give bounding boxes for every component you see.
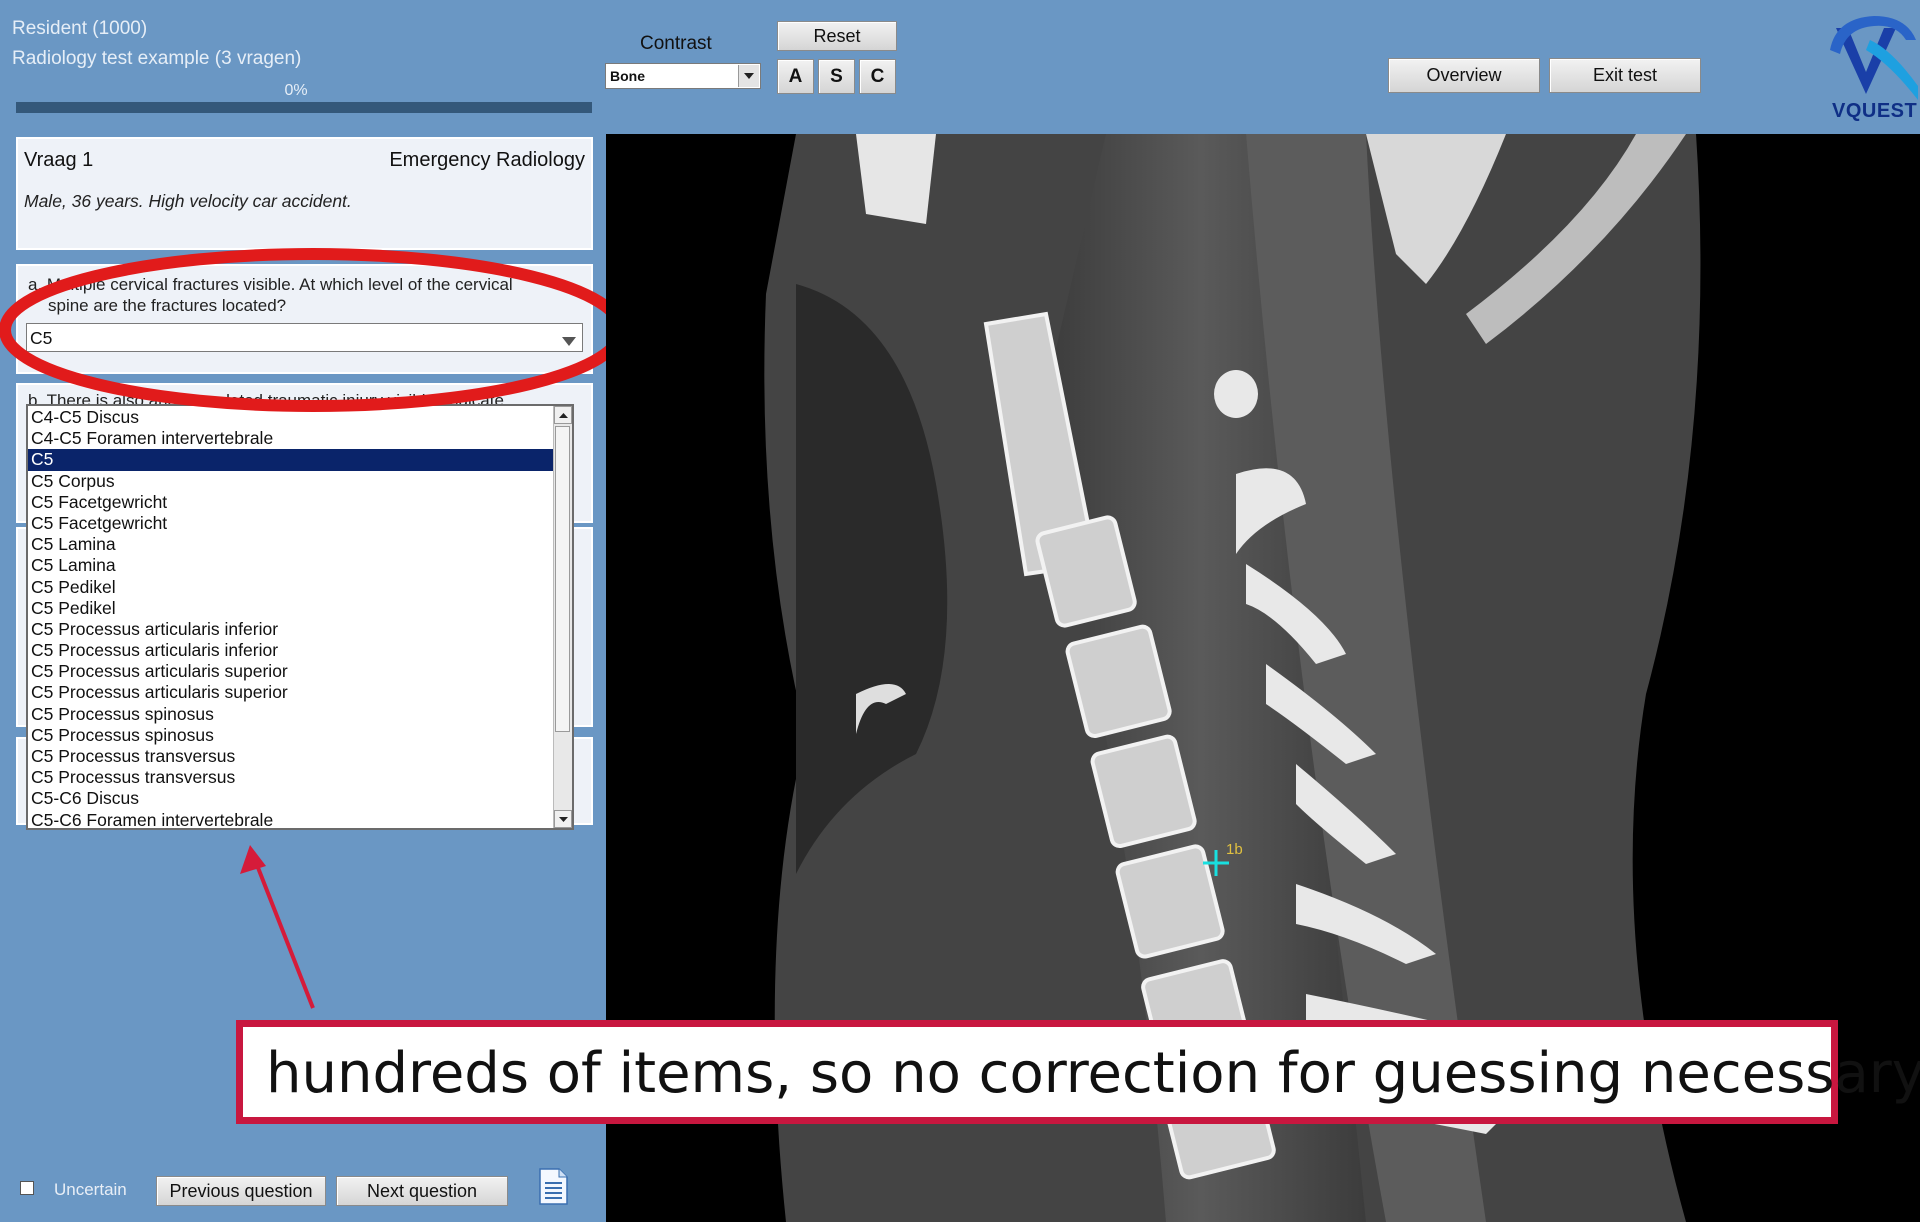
vquest-logo-mark — [1830, 16, 1918, 100]
dropdown-options: C4-C5 Discus C4-C5 Foramen intervertebral… — [28, 407, 556, 828]
overview-button[interactable]: Overview — [1388, 58, 1540, 93]
dropdown-option[interactable]: C5 Processus articularis superior — [28, 682, 556, 703]
next-question-button[interactable]: Next question — [336, 1176, 508, 1206]
dropdown-option[interactable]: C5 Processus articularis inferior — [28, 619, 556, 640]
dropdown-option[interactable]: C5 Processus articularis inferior — [28, 640, 556, 661]
dropdown-option[interactable]: C5 Facetgewricht — [28, 513, 556, 534]
dropdown-option[interactable]: C5 Processus articularis superior — [28, 661, 556, 682]
question-category: Emergency Radiology — [389, 149, 585, 171]
notes-document-icon[interactable] — [539, 1168, 568, 1205]
contrast-label: Contrast — [640, 33, 712, 54]
question-number: Vraag 1 — [24, 149, 94, 171]
case-description: Male, 36 years. High velocity car accide… — [24, 191, 352, 211]
dropdown-option[interactable]: C5 Lamina — [28, 534, 556, 555]
view-sagittal-button[interactable]: S — [818, 59, 855, 94]
red-ellipse-annotation — [0, 248, 627, 412]
reset-button[interactable]: Reset — [777, 21, 897, 51]
previous-question-button[interactable]: Previous question — [156, 1176, 326, 1206]
annotation-callout: hundreds of items, so no correction for … — [236, 1020, 1920, 1124]
dropdown-option[interactable]: C5 Processus transversus — [28, 767, 556, 788]
question-header-panel: Vraag 1 Emergency Radiology Male, 36 yea… — [16, 137, 593, 250]
dropdown-option[interactable]: C5 Facetgewricht — [28, 492, 556, 513]
chevron-down-icon[interactable] — [738, 65, 759, 87]
dropdown-option[interactable]: C5 Processus spinosus — [28, 704, 556, 725]
scroll-down-icon[interactable] — [554, 810, 572, 828]
dropdown-option[interactable]: C5 — [28, 449, 556, 471]
annotation-text: hundreds of items, so no correction for … — [266, 1041, 1920, 1106]
dropdown-option[interactable]: C5-C6 Foramen intervertebrale — [28, 810, 556, 828]
progress-bar — [16, 102, 592, 113]
logo-text: VQUEST — [1832, 100, 1918, 122]
uncertain-checkbox[interactable] — [20, 1181, 34, 1195]
dropdown-option[interactable]: C5 Lamina — [28, 555, 556, 576]
vquest-logo: VQUEST — [1826, 10, 1920, 122]
red-arrow-annotation — [240, 845, 315, 1009]
user-label: Resident (1000) — [12, 18, 148, 39]
view-coronal-button[interactable]: C — [859, 59, 896, 94]
contrast-select[interactable]: Bone — [605, 63, 761, 89]
answer-dropdown-list[interactable]: C4-C5 Discus C4-C5 Foramen intervertebral… — [26, 404, 574, 830]
exit-test-button[interactable]: Exit test — [1549, 58, 1701, 93]
dropdown-option[interactable]: C5-C6 Discus — [28, 788, 556, 809]
dropdown-option[interactable]: C5 Processus transversus — [28, 746, 556, 767]
dropdown-option[interactable]: C5 Corpus — [28, 471, 556, 492]
test-name: Radiology test example (3 vragen) — [12, 48, 302, 69]
contrast-value: Bone — [610, 68, 645, 84]
view-axial-button[interactable]: A — [777, 59, 814, 94]
dropdown-option[interactable]: C5 Processus spinosus — [28, 725, 556, 746]
scroll-thumb[interactable] — [555, 426, 570, 732]
dropdown-option[interactable]: C5 Pedikel — [28, 598, 556, 619]
marker-label: 1b — [1226, 841, 1243, 858]
dropdown-option[interactable]: C4-C5 Foramen intervertebrale — [28, 428, 556, 449]
uncertain-label: Uncertain — [54, 1180, 127, 1199]
dropdown-option[interactable]: C5 Pedikel — [28, 577, 556, 598]
dropdown-scrollbar[interactable] — [553, 406, 572, 828]
progress-label: 0% — [284, 82, 308, 99]
